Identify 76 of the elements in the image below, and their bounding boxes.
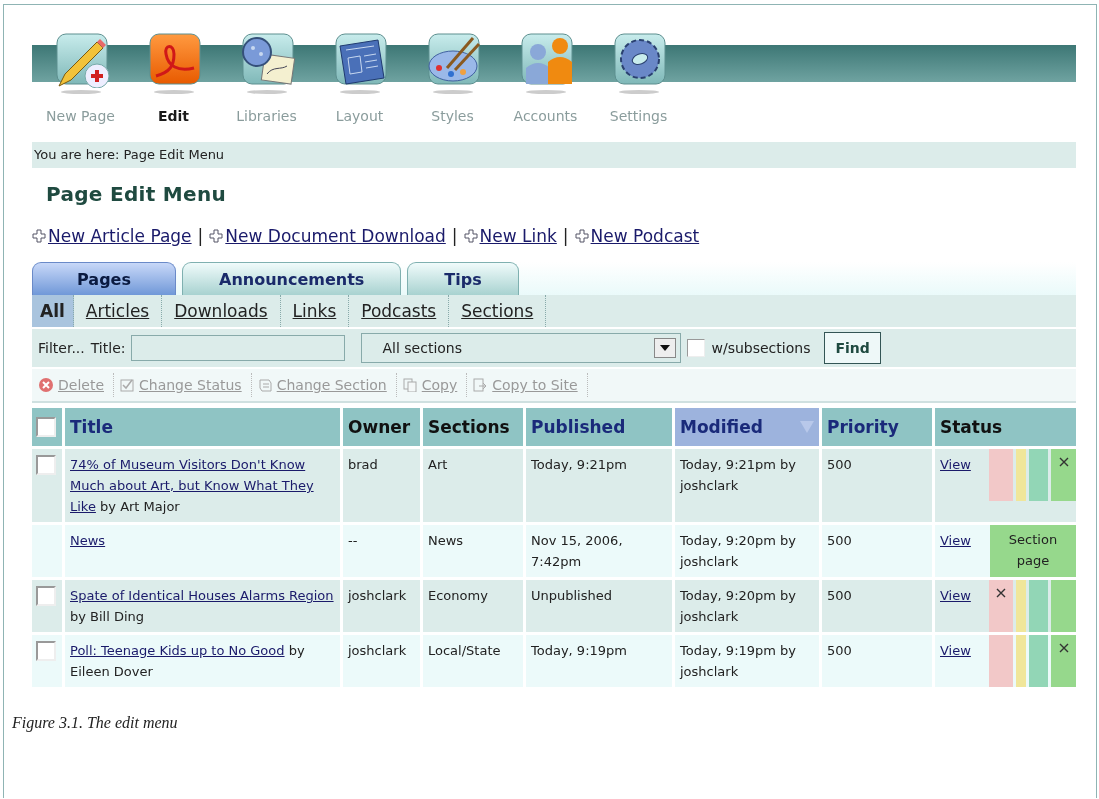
column-header[interactable]: Priority xyxy=(822,408,932,446)
checkbox-icon xyxy=(120,378,134,392)
tab[interactable]: Announcements xyxy=(182,262,402,295)
delete-icon xyxy=(39,378,53,392)
table-cell: Today, 9:21pm xyxy=(526,449,672,522)
export-icon xyxy=(473,378,488,392)
section-dropdown[interactable]: All sections xyxy=(361,333,682,363)
table-cell: Today, 9:19pm xyxy=(526,635,672,687)
cross-icon xyxy=(996,588,1007,598)
figure-caption: Figure 3.1. The edit menu xyxy=(12,714,179,732)
new-item-link[interactable]: New Document Download xyxy=(209,226,446,246)
title-label: Title: xyxy=(90,340,126,356)
cross-icon xyxy=(1058,457,1069,467)
table-cell: Today, 9:20pm by joshclark xyxy=(675,525,819,577)
view-link[interactable]: View xyxy=(940,457,971,472)
table-cell: News xyxy=(423,525,523,577)
column-header[interactable]: Title xyxy=(65,408,340,446)
checkbox[interactable] xyxy=(36,641,56,661)
view-link[interactable]: View xyxy=(940,533,971,548)
column-header[interactable]: Status xyxy=(935,408,1076,446)
plus-icon xyxy=(463,229,478,243)
column-header[interactable]: Owner xyxy=(343,408,420,446)
filter-link[interactable]: Links xyxy=(280,295,350,327)
filter-link[interactable]: Podcasts xyxy=(349,295,450,327)
column-header[interactable]: Modified xyxy=(675,408,819,446)
plus-icon xyxy=(32,229,46,243)
new-item-link[interactable]: New Link xyxy=(463,226,557,246)
table-cell: 500 xyxy=(822,635,932,687)
status-label: Section page xyxy=(990,525,1076,577)
column-header[interactable]: Sections xyxy=(423,408,523,446)
breadcrumb: You are here: Page Edit Menu xyxy=(32,142,1076,168)
view-link[interactable]: View xyxy=(940,588,971,603)
table-cell: Today, 9:19pm by joshclark xyxy=(675,635,819,687)
separator: | xyxy=(562,226,569,246)
tab[interactable]: Tips xyxy=(407,262,519,295)
plus-icon xyxy=(574,229,589,243)
table-cell: Nov 15, 2006, 7:42pm xyxy=(526,525,672,577)
table-cell: joshclark xyxy=(343,580,420,632)
table-cell: Local/State xyxy=(423,635,523,687)
page-heading: Page Edit Menu xyxy=(46,182,227,206)
plus-icon xyxy=(209,229,224,243)
filter-link[interactable]: Sections xyxy=(449,295,547,327)
table-cell: Unpublished xyxy=(526,580,672,632)
sort-arrow-icon xyxy=(800,421,814,433)
table-cell: Economy xyxy=(423,580,523,632)
checkbox[interactable] xyxy=(36,455,56,475)
checkbox[interactable] xyxy=(36,417,56,437)
table-cell: Today, 9:20pm by joshclark xyxy=(675,580,819,632)
table-cell: 500 xyxy=(822,580,932,632)
table-cell: Art xyxy=(423,449,523,522)
filter-link[interactable]: Downloads xyxy=(162,295,281,327)
find-button[interactable]: Find xyxy=(824,332,881,364)
table-cell: 500 xyxy=(822,525,932,577)
filter-tab[interactable]: All xyxy=(32,295,74,327)
separator: | xyxy=(451,226,458,246)
new-item-link[interactable]: New Article Page xyxy=(32,226,192,246)
title-field[interactable] xyxy=(131,335,346,361)
document-icon xyxy=(257,378,272,392)
filter-label: Filter... xyxy=(38,340,85,356)
separator: | xyxy=(197,226,204,246)
checkbox[interactable] xyxy=(36,586,56,606)
cross-icon xyxy=(1058,643,1069,653)
new-item-link[interactable]: New Podcast xyxy=(574,226,700,246)
table-cell: joshclark xyxy=(343,635,420,687)
filter-link[interactable]: Articles xyxy=(73,295,163,327)
checkbox[interactable] xyxy=(687,339,706,357)
tab[interactable]: Pages xyxy=(32,262,176,295)
checkbox-label: w/subsections xyxy=(711,340,811,356)
table-cell: -- xyxy=(343,525,420,577)
table-cell: Today, 9:21pm by joshclark xyxy=(675,449,819,522)
column-header[interactable]: Published xyxy=(526,408,672,446)
copy-icon xyxy=(402,378,417,392)
nav-item[interactable]: Edit xyxy=(127,32,220,136)
table-cell: 500 xyxy=(822,449,932,522)
view-link[interactable]: View xyxy=(940,643,971,658)
table-cell: brad xyxy=(343,449,420,522)
